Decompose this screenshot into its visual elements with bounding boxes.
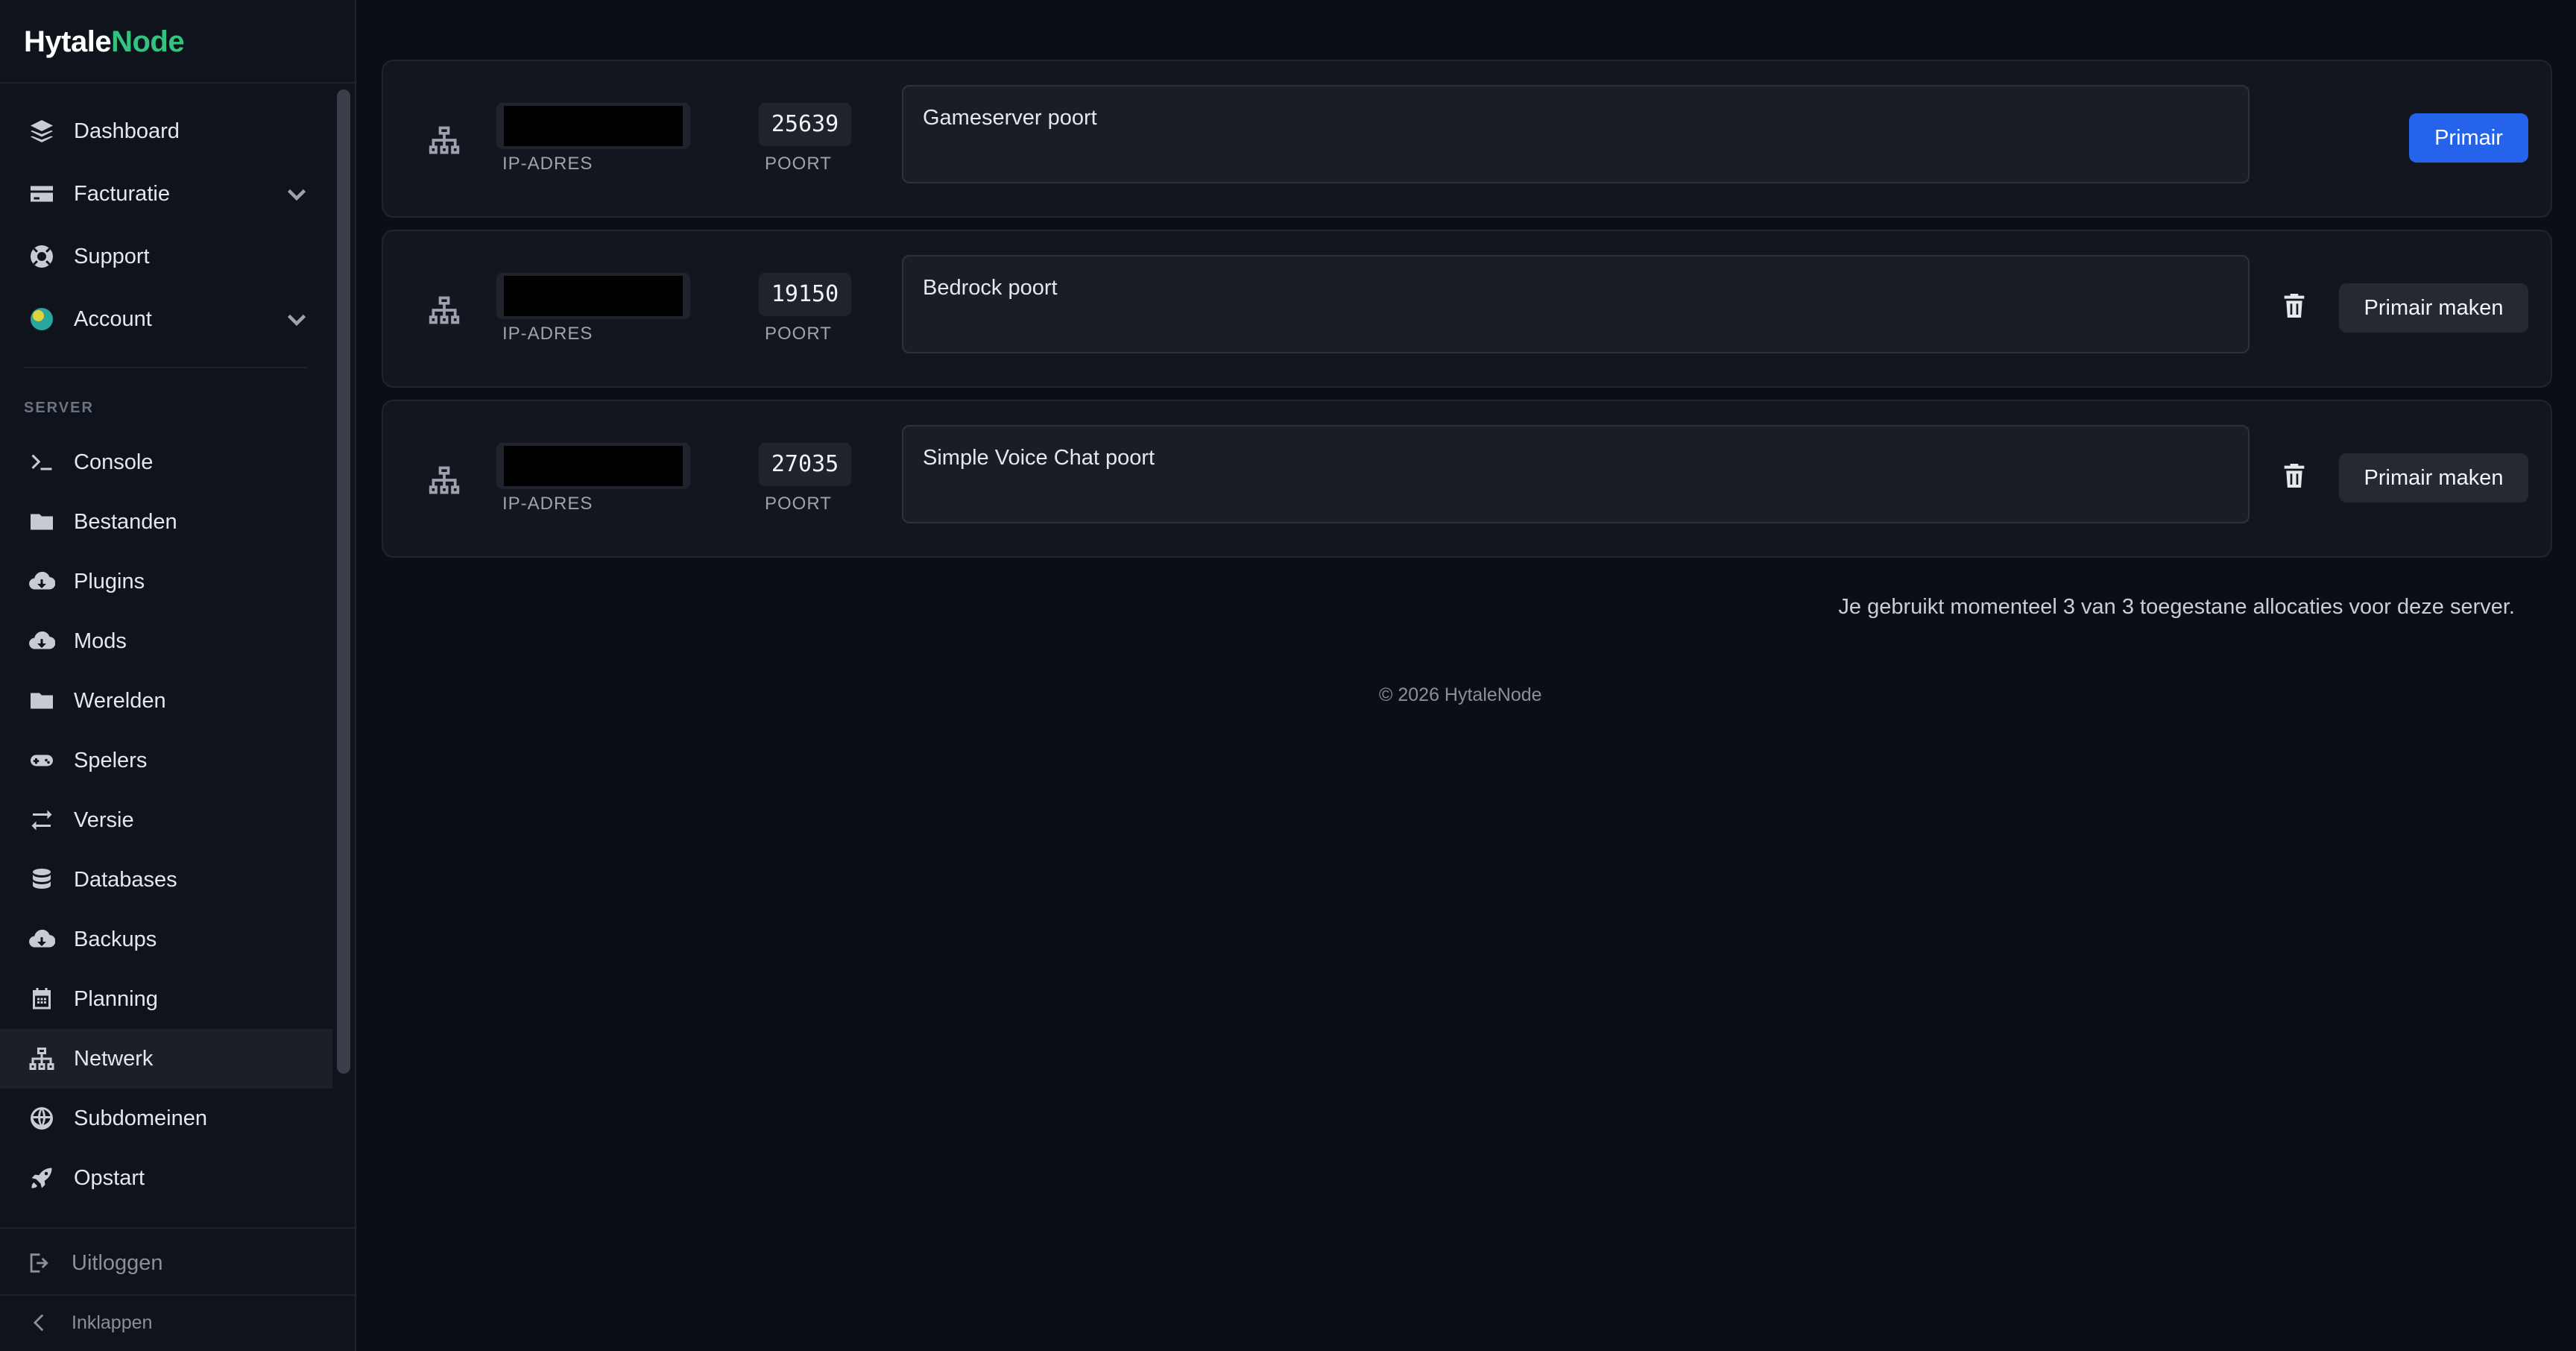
sidebar-item-label: Mods <box>74 629 127 653</box>
redacted-ip <box>504 446 683 486</box>
make-primary-button[interactable]: Primair maken <box>2339 283 2528 333</box>
sidebar-item-mods[interactable]: Mods <box>0 611 332 671</box>
port-value[interactable]: 25639 <box>759 103 851 146</box>
sidebar-item-facturatie[interactable]: Facturatie <box>0 164 332 224</box>
make-primary-button[interactable]: Primair maken <box>2339 453 2528 503</box>
allocation-usage-text: Je gebruikt momenteel 3 van 3 toegestane… <box>1838 595 2515 619</box>
sidebar-item-planning[interactable]: Planning <box>0 969 332 1029</box>
copyright: © 2026 HytaleNode <box>1379 684 1542 705</box>
sidebar-item-label: Databases <box>74 867 177 892</box>
brand-part-2: Node <box>111 25 185 58</box>
sidebar-item-bestanden[interactable]: Bestanden <box>0 492 332 552</box>
lifebuoy-icon <box>27 242 57 271</box>
logout-button[interactable]: Uitloggen <box>0 1233 355 1293</box>
credit-card-icon <box>27 179 57 209</box>
cloud-download-icon <box>27 626 57 656</box>
redacted-ip <box>504 276 683 316</box>
sidebar-item-backups[interactable]: Backups <box>0 910 332 969</box>
brand-logo[interactable]: HytaleNode <box>24 21 185 63</box>
sidebar-item-console[interactable]: Console <box>0 432 332 492</box>
sidebar-item-dashboard[interactable]: Dashboard <box>0 101 332 161</box>
terminal-icon <box>27 447 57 477</box>
sidebar-item-label: Dashboard <box>74 119 180 143</box>
port-value[interactable]: 19150 <box>759 273 851 316</box>
rocket-icon <box>27 1163 57 1193</box>
trash-icon[interactable] <box>2276 458 2312 494</box>
port-value[interactable]: 27035 <box>759 443 851 486</box>
logout-icon <box>24 1248 54 1278</box>
cloud-download-icon <box>27 925 57 954</box>
sidebar-item-label: Werelden <box>74 688 166 713</box>
cloud-download-icon <box>27 567 57 596</box>
layers-icon <box>27 116 57 146</box>
sidebar-item-account[interactable]: Account <box>0 289 332 349</box>
network-icon <box>428 124 461 157</box>
sidebar-item-label: Bestanden <box>74 509 177 534</box>
allocation-card: IP-ADRES 19150 POORT Bedrock poort Prima… <box>382 230 2552 388</box>
ip-address-value[interactable] <box>496 443 690 489</box>
sidebar-item-subdomeinen[interactable]: Subdomeinen <box>0 1089 332 1148</box>
sidebar-item-label: Plugins <box>74 569 145 593</box>
collapse-button[interactable]: Inklappen <box>0 1294 355 1351</box>
sidebar-item-label: Versie <box>74 807 134 832</box>
divider <box>0 1227 355 1229</box>
sidebar-item-plugins[interactable]: Plugins <box>0 552 332 611</box>
gamepad-icon <box>27 746 57 775</box>
ip-address-value[interactable] <box>496 103 690 149</box>
globe-icon <box>27 1103 57 1133</box>
sidebar-item-label: Console <box>74 450 154 474</box>
chevron-down-icon[interactable] <box>283 306 310 333</box>
folder-icon <box>27 686 57 716</box>
collapse-label: Inklappen <box>72 1311 153 1333</box>
allocation-card: IP-ADRES 25639 POORT Gameserver poort Pr… <box>382 60 2552 218</box>
port-label: POORT <box>765 494 832 514</box>
network-icon <box>428 294 461 327</box>
allocation-note-input[interactable]: Simple Voice Chat poort <box>902 425 2250 523</box>
allocation-card: IP-ADRES 27035 POORT Simple Voice Chat p… <box>382 400 2552 558</box>
port-label: POORT <box>765 324 832 344</box>
network-icon <box>27 1044 57 1074</box>
avatar-icon <box>27 304 57 334</box>
sidebar-item-label: Support <box>74 244 150 268</box>
divider <box>0 82 355 84</box>
sidebar-item-databases[interactable]: Databases <box>0 850 332 910</box>
sidebar-item-support[interactable]: Support <box>0 227 332 286</box>
logout-label: Uitloggen <box>72 1250 163 1275</box>
sidebar-item-label: Netwerk <box>74 1046 154 1071</box>
sidebar-item-versie[interactable]: Versie <box>0 790 332 850</box>
sidebar: HytaleNode Dashboard Facturatie Support … <box>0 0 356 1351</box>
allocation-note-input[interactable]: Bedrock poort <box>902 255 2250 353</box>
sidebar-item-netwerk[interactable]: Netwerk <box>0 1029 332 1089</box>
database-icon <box>27 865 57 895</box>
chevron-left-icon <box>24 1308 54 1338</box>
port-label: POORT <box>765 154 832 174</box>
sidebar-item-label: Backups <box>74 927 157 951</box>
trash-icon[interactable] <box>2276 288 2312 324</box>
sidebar-item-label: Facturatie <box>74 181 170 206</box>
ip-address-label: IP-ADRES <box>502 494 593 514</box>
redacted-ip <box>504 106 683 146</box>
network-icon <box>428 464 461 497</box>
sidebar-scrollbar[interactable] <box>337 89 350 1074</box>
sidebar-item-label: Planning <box>74 986 158 1011</box>
folder-icon <box>27 507 57 537</box>
calendar-icon <box>27 984 57 1014</box>
ip-address-label: IP-ADRES <box>502 324 593 344</box>
ip-address-label: IP-ADRES <box>502 154 593 174</box>
sidebar-item-opstart[interactable]: Opstart <box>0 1148 332 1208</box>
ip-address-value[interactable] <box>496 273 690 319</box>
section-label-server: SERVER <box>24 400 94 416</box>
primary-button[interactable]: Primair <box>2409 113 2528 163</box>
sidebar-item-spelers[interactable]: Spelers <box>0 731 332 790</box>
sidebar-item-label: Subdomeinen <box>74 1106 207 1130</box>
sidebar-item-werelden[interactable]: Werelden <box>0 671 332 731</box>
arrows-exchange-icon <box>27 805 57 835</box>
sidebar-item-label: Spelers <box>74 748 148 772</box>
sidebar-item-label: Opstart <box>74 1165 145 1190</box>
chevron-down-icon[interactable] <box>283 180 310 207</box>
divider <box>24 367 307 368</box>
sidebar-item-label: Account <box>74 306 152 331</box>
brand-part-1: Hytale <box>24 25 112 58</box>
allocation-note-input[interactable]: Gameserver poort <box>902 85 2250 183</box>
